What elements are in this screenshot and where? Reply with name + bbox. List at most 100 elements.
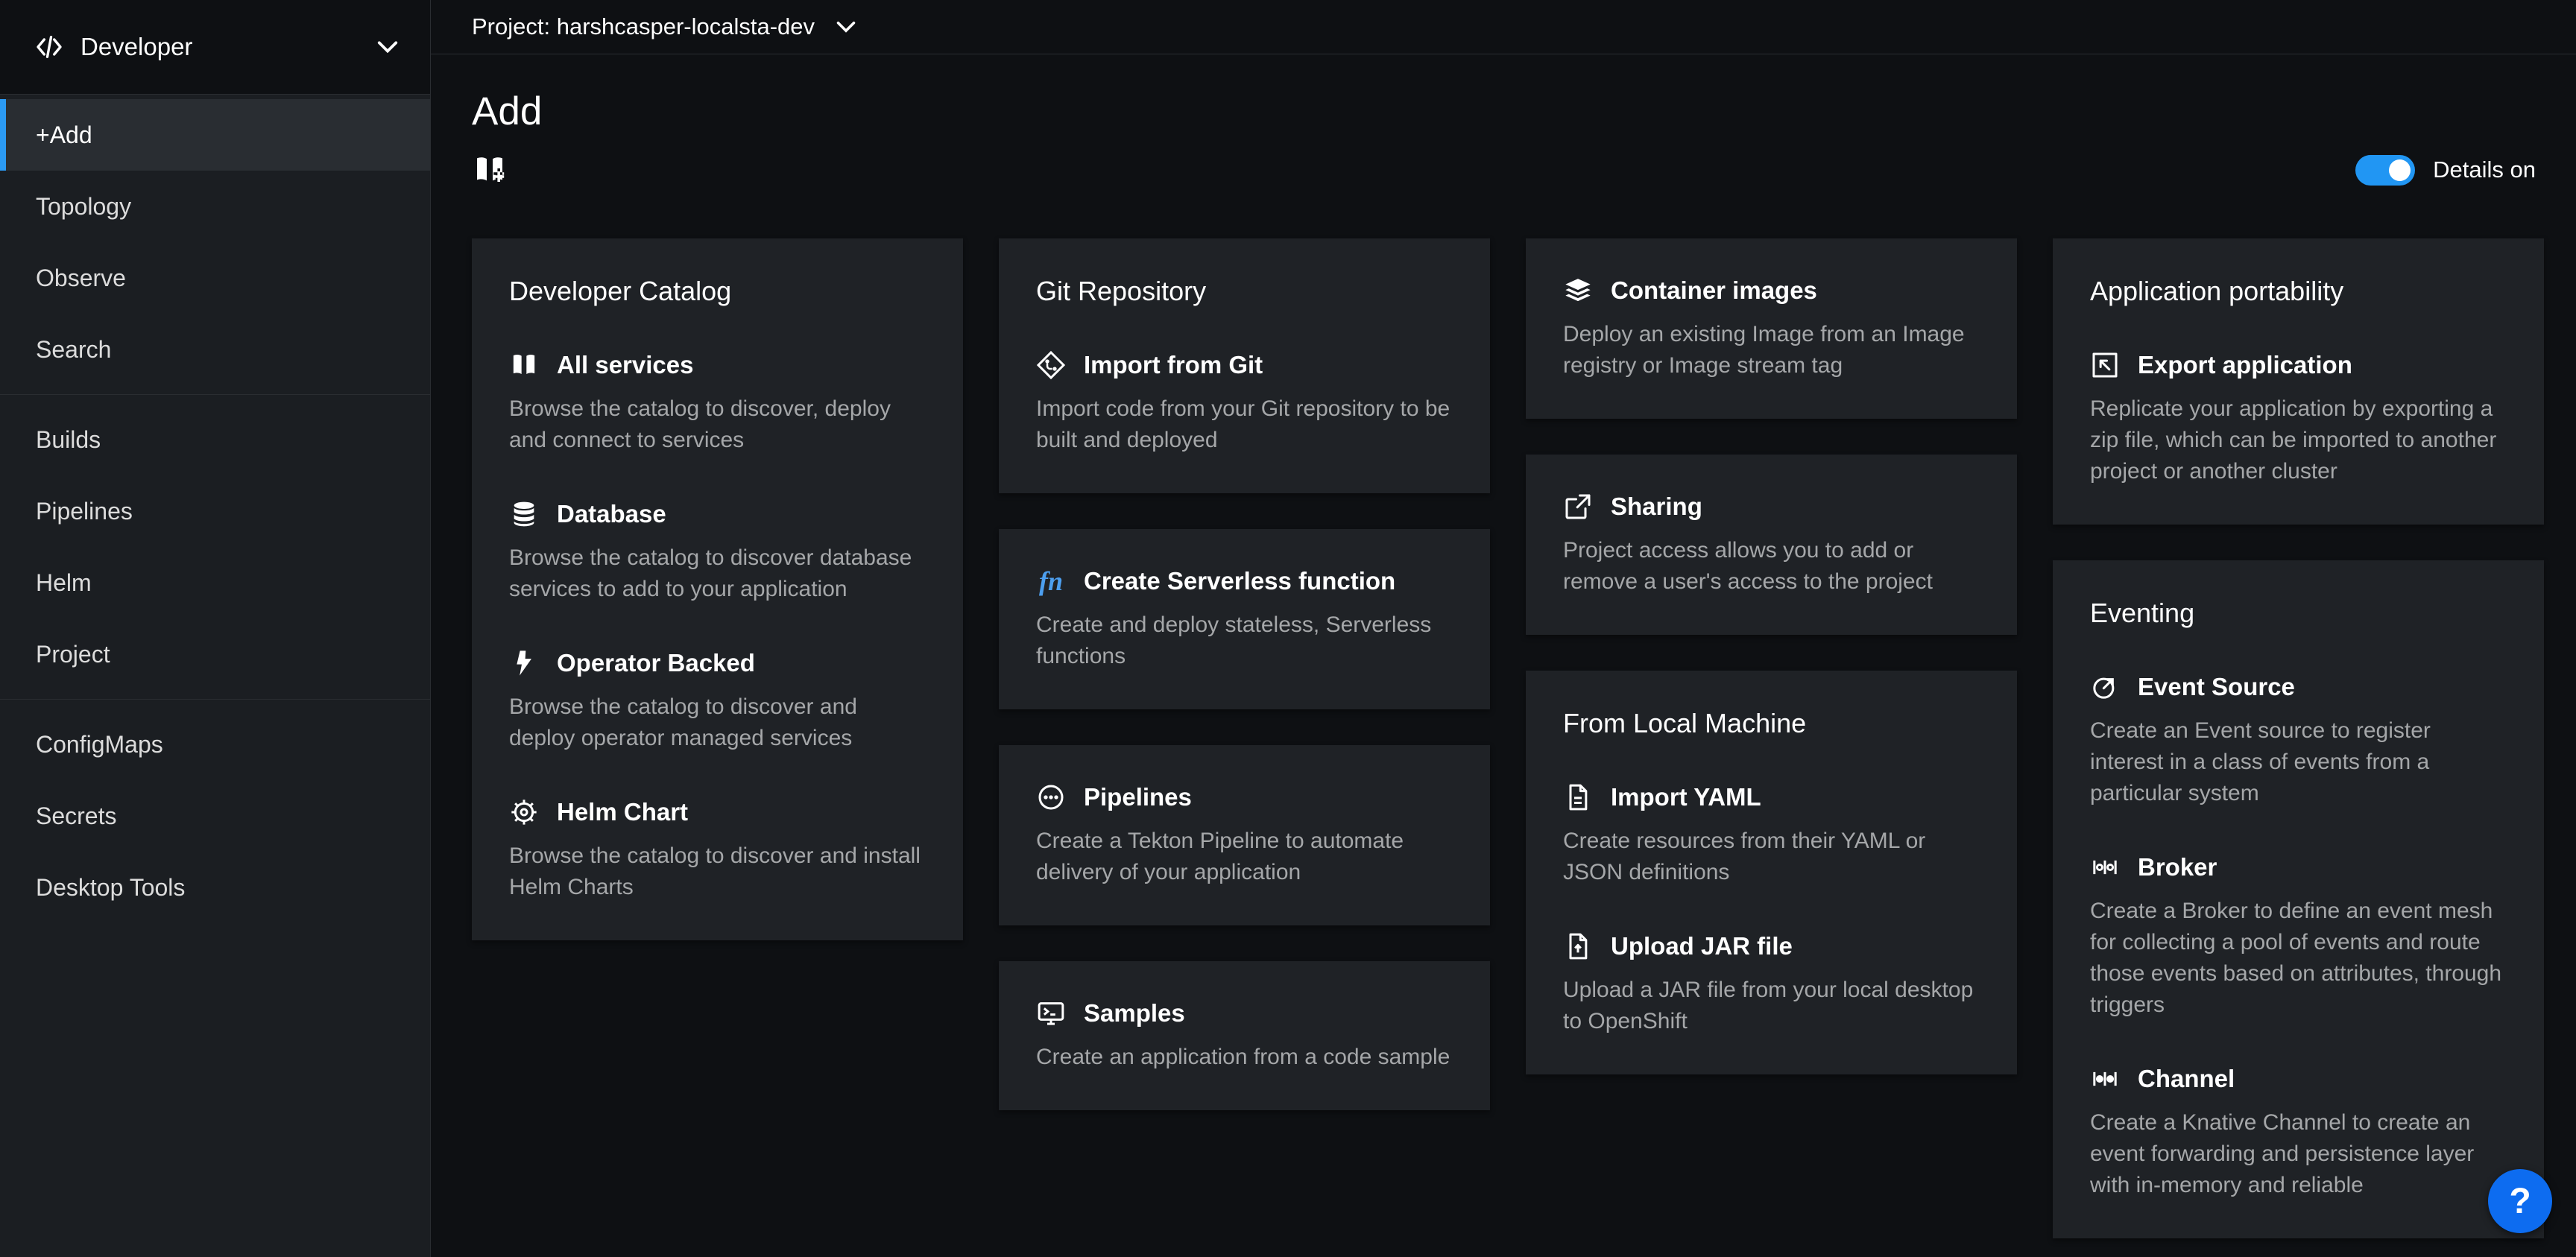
card-container-images: Container images Deploy an existing Imag… [1526, 238, 2017, 419]
serverless-fn-icon: fn [1036, 566, 1066, 596]
nav-divider [0, 699, 430, 700]
file-upload-icon [1563, 931, 1593, 961]
chevron-down-icon [376, 36, 399, 58]
catalog-icon [509, 350, 539, 380]
item-description: Deploy an existing Image from an Image r… [1563, 319, 1980, 381]
sidebar-item-project[interactable]: Project [0, 618, 430, 690]
code-icon [34, 32, 64, 62]
add-item-upload-jar-file[interactable]: Upload JAR file Upload a JAR file from y… [1563, 931, 1980, 1037]
card-sharing: Sharing Project access allows you to add… [1526, 455, 2017, 635]
channel-icon [2090, 1064, 2120, 1094]
card-eventing: Eventing Event Source Create an Event so… [2053, 560, 2544, 1238]
add-item-export-application[interactable]: Export application Replicate your applic… [2090, 350, 2507, 487]
masthead: Project: harshcasper-localsta-dev [431, 0, 2576, 54]
nav-group-main: +Add Topology Observe Search [0, 99, 430, 385]
add-item-import-from-git[interactable]: Import from Git Import code from your Gi… [1036, 350, 1453, 456]
sidebar-item-helm[interactable]: Helm [0, 547, 430, 618]
bolt-icon [509, 648, 539, 678]
samples-icon [1036, 998, 1066, 1028]
item-description: Create an Event source to register inter… [2090, 715, 2507, 809]
book-plus-icon[interactable] [472, 152, 508, 188]
pipelines-icon [1036, 782, 1066, 812]
add-item-samples[interactable]: Samples Create an application from a cod… [1036, 998, 1453, 1073]
sidebar-item-configmaps[interactable]: ConfigMaps [0, 709, 430, 780]
sidebar-item-search[interactable]: Search [0, 314, 430, 385]
sidebar-item-secrets[interactable]: Secrets [0, 780, 430, 852]
chevron-down-icon [836, 16, 856, 37]
item-label: Import from Git [1084, 351, 1263, 379]
column-3: Container images Deploy an existing Imag… [1526, 238, 2017, 1074]
sidebar-item-observe[interactable]: Observe [0, 242, 430, 314]
sidebar-nav: +Add Topology Observe Search Builds Pipe… [0, 95, 430, 923]
column-2: Git Repository Import from Git Import co… [999, 238, 1490, 1110]
item-label: Upload JAR file [1611, 932, 1793, 960]
item-label: Database [557, 500, 666, 528]
add-cards-grid: Developer Catalog All services Browse th… [472, 238, 2539, 1238]
nav-group-config: ConfigMaps Secrets Desktop Tools [0, 709, 430, 923]
details-toggle-label: Details on [2433, 156, 2536, 183]
item-description: Project access allows you to add or remo… [1563, 535, 1980, 598]
sidebar-item-pipelines[interactable]: Pipelines [0, 475, 430, 547]
sidebar-item-builds[interactable]: Builds [0, 404, 430, 475]
item-description: Browse the catalog to discover, deploy a… [509, 393, 926, 456]
help-button[interactable]: ? [2488, 1169, 2552, 1233]
card-application-portability: Application portability Export applicati… [2053, 238, 2544, 525]
item-description: Create an application from a code sample [1036, 1042, 1453, 1073]
add-item-all-services[interactable]: All services Browse the catalog to disco… [509, 350, 926, 456]
add-item-helm-chart[interactable]: Helm Chart Browse the catalog to discove… [509, 797, 926, 903]
add-item-sharing[interactable]: Sharing Project access allows you to add… [1563, 492, 1980, 598]
column-4: Application portability Export applicati… [2053, 238, 2544, 1238]
main-area: Project: harshcasper-localsta-dev Add De… [431, 0, 2576, 1257]
item-label: Operator Backed [557, 649, 755, 677]
item-description: Create a Knative Channel to create an ev… [2090, 1107, 2507, 1201]
page-header-row: Details on [472, 152, 2539, 188]
add-item-broker[interactable]: Broker Create a Broker to define an even… [2090, 852, 2507, 1021]
project-selector[interactable]: Project: harshcasper-localsta-dev [472, 13, 856, 40]
item-label: Import YAML [1611, 783, 1761, 811]
column-1: Developer Catalog All services Browse th… [472, 238, 963, 940]
app-root: Developer +Add Topology Observe Search B… [0, 0, 2576, 1257]
add-item-channel[interactable]: Channel Create a Knative Channel to crea… [2090, 1064, 2507, 1201]
add-item-import-yaml[interactable]: Import YAML Create resources from their … [1563, 782, 1980, 888]
event-source-icon [2090, 672, 2120, 702]
item-label: Pipelines [1084, 783, 1192, 811]
add-item-container-images[interactable]: Container images Deploy an existing Imag… [1563, 276, 1980, 381]
card-developer-catalog: Developer Catalog All services Browse th… [472, 238, 963, 940]
details-switch: Details on [2355, 155, 2539, 186]
nav-group-resources: Builds Pipelines Helm Project [0, 404, 430, 690]
item-label: Helm Chart [557, 798, 688, 826]
perspective-switcher[interactable]: Developer [0, 0, 430, 95]
item-description: Create a Broker to define an event mesh … [2090, 896, 2507, 1021]
card-serverless-function: fn Create Serverless function Create and… [999, 529, 1490, 709]
sidebar-item-desktop-tools[interactable]: Desktop Tools [0, 852, 430, 923]
item-description: Import code from your Git repository to … [1036, 393, 1453, 456]
add-item-database[interactable]: Database Browse the catalog to discover … [509, 499, 926, 605]
helm-icon [509, 797, 539, 827]
item-description: Replicate your application by exporting … [2090, 393, 2507, 487]
sidebar: Developer +Add Topology Observe Search B… [0, 0, 431, 1257]
add-item-create-serverless-function[interactable]: fn Create Serverless function Create and… [1036, 566, 1453, 672]
details-toggle[interactable] [2355, 155, 2415, 186]
item-label: Samples [1084, 999, 1185, 1028]
project-selector-label: Project: harshcasper-localsta-dev [472, 13, 815, 40]
page-title: Add [472, 89, 2539, 134]
item-label: Create Serverless function [1084, 567, 1395, 595]
item-description: Browse the catalog to discover database … [509, 542, 926, 605]
export-icon [2090, 350, 2120, 380]
item-description: Upload a JAR file from your local deskto… [1563, 975, 1980, 1037]
add-item-pipelines[interactable]: Pipelines Create a Tekton Pipeline to au… [1036, 782, 1453, 888]
add-item-event-source[interactable]: Event Source Create an Event source to r… [2090, 672, 2507, 809]
add-item-operator-backed[interactable]: Operator Backed Browse the catalog to di… [509, 648, 926, 754]
card-pipelines: Pipelines Create a Tekton Pipeline to au… [999, 745, 1490, 925]
item-label: Export application [2138, 351, 2352, 379]
item-description: Browse the catalog to discover and deplo… [509, 691, 926, 754]
card-title: Application portability [2090, 276, 2507, 307]
nav-divider [0, 394, 430, 395]
git-icon [1036, 350, 1066, 380]
item-description: Browse the catalog to discover and insta… [509, 840, 926, 903]
item-description: Create resources from their YAML or JSON… [1563, 826, 1980, 888]
card-title: Eventing [2090, 598, 2507, 629]
sidebar-item-add[interactable]: +Add [0, 99, 430, 171]
layers-icon [1563, 276, 1593, 305]
sidebar-item-topology[interactable]: Topology [0, 171, 430, 242]
